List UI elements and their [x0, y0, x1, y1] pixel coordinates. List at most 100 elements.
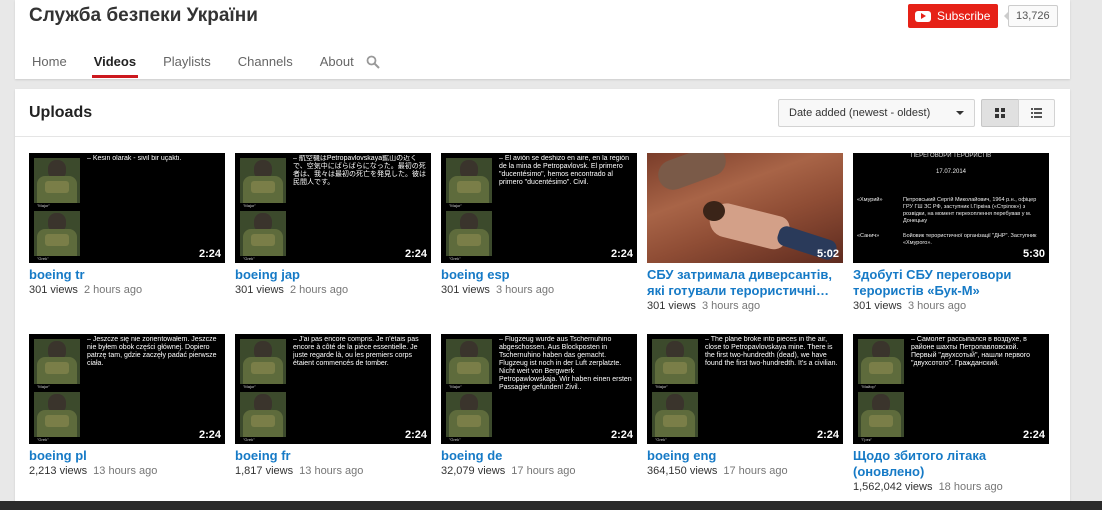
video-title[interactable]: Здобуті СБУ переговори терористів «Бук-М…	[853, 267, 1049, 299]
video-title[interactable]: boeing eng	[647, 448, 843, 464]
video-meta: 1,562,042 views 18 hours ago	[853, 481, 1049, 493]
thumbnail-date: 17.07.2014	[935, 169, 967, 175]
person-label: "Grek"	[449, 256, 461, 261]
person-label: "Grek"	[449, 437, 461, 442]
video-title[interactable]: boeing pl	[29, 448, 225, 464]
video-thumbnail[interactable]: "Major" "Grek" – Kesin olarak - sivil bi…	[29, 153, 225, 263]
video-caption: – El avión se deshizo en aire, en la reg…	[499, 155, 629, 186]
upload-time: 3 hours ago	[495, 284, 555, 296]
person-image	[240, 211, 286, 256]
video-card[interactable]: "Major" "Grek" – Flugzeug wurde aus Tsch…	[441, 334, 637, 477]
video-thumbnail[interactable]: 5:02	[647, 153, 843, 263]
view-count: 301 views	[441, 284, 490, 296]
view-count: 1,562,042 views	[853, 481, 933, 493]
subscriber-count: 13,726	[1004, 5, 1058, 27]
person-image	[34, 392, 80, 437]
subscribe-button[interactable]: Subscribe	[908, 4, 999, 28]
video-caption: – Jeszcze się nie zorientowałem. Jeszcze…	[87, 336, 217, 367]
video-thumbnail[interactable]: "Major" "Grek" – 航空機はPetropavlovskaya鉱山の…	[235, 153, 431, 263]
thumbnail-tag: «Хмурий»	[857, 197, 883, 203]
view-count: 301 views	[29, 284, 78, 296]
channel-tabs: Home Videos Playlists Channels About	[32, 54, 381, 78]
person-image	[446, 339, 492, 384]
upload-time: 13 hours ago	[93, 465, 158, 477]
view-count: 301 views	[235, 284, 284, 296]
person-image	[652, 339, 698, 384]
person-image	[858, 339, 904, 384]
video-title[interactable]: boeing de	[441, 448, 637, 464]
video-duration: 2:24	[198, 429, 221, 441]
person-image	[34, 158, 80, 203]
video-thumbnail[interactable]: "Майор" "Грек" – Самолет рассыпался в во…	[853, 334, 1049, 444]
video-duration: 2:24	[404, 429, 427, 441]
person-label: "Grek"	[655, 437, 667, 442]
person-label: "Грек"	[861, 437, 872, 442]
video-duration: 5:30	[1022, 248, 1045, 260]
upload-time: 17 hours ago	[723, 465, 788, 477]
video-caption: – 航空機はPetropavlovskaya鉱山の近くで、空気中にばらばらになっ…	[293, 155, 426, 186]
video-title[interactable]: boeing jap	[235, 267, 431, 283]
video-meta: 32,079 views 17 hours ago	[441, 465, 637, 477]
upload-time: 2 hours ago	[83, 284, 143, 296]
video-duration: 2:24	[816, 429, 839, 441]
person-image	[34, 211, 80, 256]
video-title[interactable]: boeing esp	[441, 267, 637, 283]
person-image	[240, 158, 286, 203]
uploads-title: Uploads	[29, 104, 93, 121]
video-thumbnail[interactable]: "Major" "Grek" – Flugzeug wurde aus Tsch…	[441, 334, 637, 444]
video-card[interactable]: "Major" "Grek" – Kesin olarak - sivil bi…	[29, 153, 225, 296]
upload-time: 3 hours ago	[701, 300, 761, 312]
video-card[interactable]: ПЕРЕГОВОРИ ТЕРОРИСТІВ 17.07.2014 «Хмурий…	[853, 153, 1049, 312]
person-image	[652, 392, 698, 437]
list-view-icon	[1031, 108, 1042, 118]
video-card[interactable]: "Major" "Grek" – The plane broke into pi…	[647, 334, 843, 477]
video-card[interactable]: "Major" "Grek" – El avión se deshizo en …	[441, 153, 637, 296]
person-label: "Major"	[37, 203, 50, 208]
tab-home[interactable]: Home	[32, 54, 67, 69]
divider	[15, 136, 1070, 137]
thumbnail-text: Петровський Сергій Миколайович, 1964 р.н…	[903, 197, 1037, 224]
video-title[interactable]: СБУ затримала диверсантів, які готували …	[647, 267, 843, 299]
video-card[interactable]: 5:02 СБУ затримала диверсантів, які готу…	[647, 153, 843, 312]
video-card[interactable]: "Major" "Grek" – Jeszcze się nie zorient…	[29, 334, 225, 477]
subscribe-label: Subscribe	[937, 9, 991, 23]
channel-title: Служба безпеки України	[29, 5, 258, 26]
search-icon[interactable]	[366, 55, 380, 69]
taskbar-strip	[0, 501, 1102, 510]
upload-time: 18 hours ago	[938, 481, 1003, 493]
video-title[interactable]: boeing tr	[29, 267, 225, 283]
tab-videos[interactable]: Videos	[91, 54, 139, 78]
view-count: 32,079 views	[441, 465, 506, 477]
thumbnail-heading: ПЕРЕГОВОРИ ТЕРОРИСТІВ	[910, 153, 992, 159]
video-thumbnail[interactable]: "Major" "Grek" – J'ai pas encore compris…	[235, 334, 431, 444]
video-thumbnail[interactable]: ПЕРЕГОВОРИ ТЕРОРИСТІВ 17.07.2014 «Хмурий…	[853, 153, 1049, 263]
person-image	[240, 339, 286, 384]
tab-about[interactable]: About	[320, 54, 354, 69]
video-title[interactable]: boeing fr	[235, 448, 431, 464]
list-view-button[interactable]	[1018, 99, 1055, 127]
video-meta: 301 views 3 hours ago	[441, 284, 637, 296]
grid-view-button[interactable]	[981, 99, 1019, 127]
video-card[interactable]: "Major" "Grek" – J'ai pas encore compris…	[235, 334, 431, 477]
video-thumbnail[interactable]: "Major" "Grek" – El avión se deshizo en …	[441, 153, 637, 263]
person-image	[446, 158, 492, 203]
tab-playlists[interactable]: Playlists	[163, 54, 211, 69]
video-meta: 2,213 views 13 hours ago	[29, 465, 225, 477]
video-card[interactable]: "Майор" "Грек" – Самолет рассыпался в во…	[853, 334, 1049, 493]
person-label: "Major"	[37, 384, 50, 389]
video-duration: 2:24	[1022, 429, 1045, 441]
video-thumbnail[interactable]: "Major" "Grek" – Jeszcze się nie zorient…	[29, 334, 225, 444]
video-card[interactable]: "Major" "Grek" – 航空機はPetropavlovskaya鉱山の…	[235, 153, 431, 296]
uploads-panel: Uploads Date added (newest - oldest) "Ma…	[15, 89, 1070, 510]
sort-dropdown[interactable]: Date added (newest - oldest)	[778, 99, 975, 127]
video-thumbnail[interactable]: "Major" "Grek" – The plane broke into pi…	[647, 334, 843, 444]
person-label: "Major"	[243, 203, 256, 208]
video-meta: 301 views 3 hours ago	[647, 300, 843, 312]
upload-time: 13 hours ago	[299, 465, 364, 477]
video-caption: – The plane broke into pieces in the air…	[705, 336, 838, 367]
channel-header: Служба безпеки України Subscribe 13,726 …	[15, 0, 1070, 79]
video-duration: 2:24	[198, 248, 221, 260]
video-title[interactable]: Щодо збитого літака (оновлено)	[853, 448, 1049, 480]
tab-channels[interactable]: Channels	[238, 54, 293, 69]
person-label: "Major"	[449, 203, 462, 208]
